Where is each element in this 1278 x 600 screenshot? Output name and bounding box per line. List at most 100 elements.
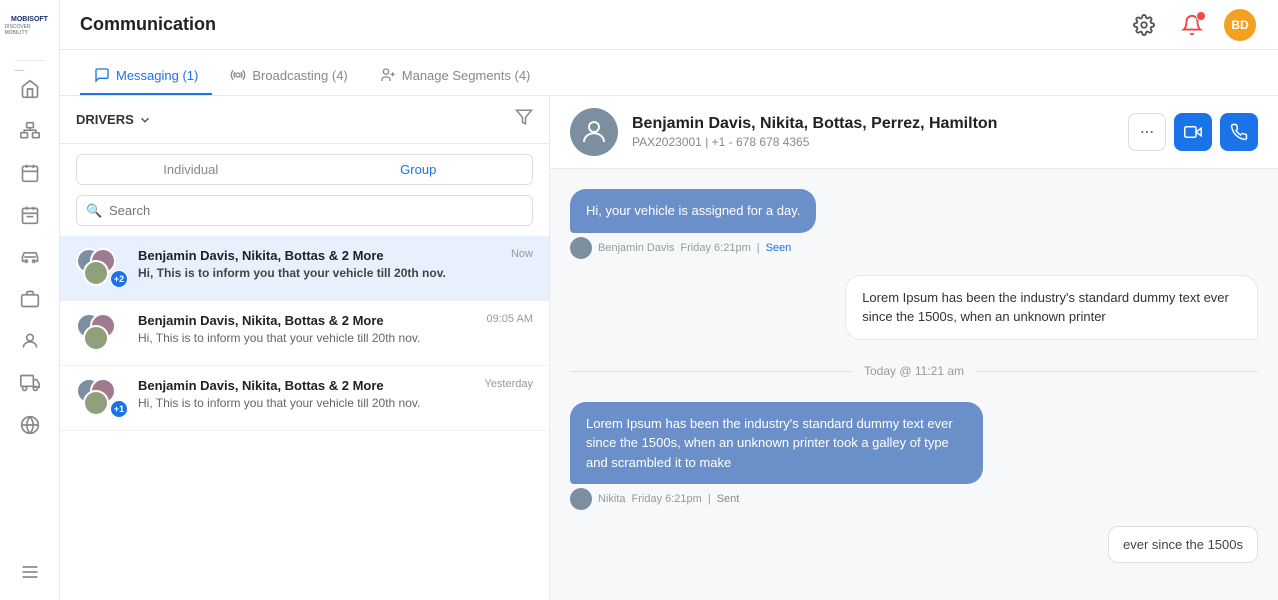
sidebar-item-vehicle[interactable]	[10, 281, 50, 317]
topbar-icons: BD	[1126, 7, 1258, 43]
conv-name: Benjamin Davis, Nikita, Bottas & 2 More	[138, 248, 384, 263]
topbar: Communication BD	[60, 0, 1278, 50]
tab-manage-segments[interactable]: Manage Segments (4)	[366, 59, 545, 95]
logo: MOBISOFT DISCOVER MOBILITY	[5, 10, 55, 42]
message-sender-avatar	[570, 488, 592, 510]
toggle-group[interactable]: Group	[305, 155, 533, 184]
date-divider: Today @ 11:21 am	[570, 364, 1258, 378]
message-bubble: Lorem Ipsum has been the industry's stan…	[570, 402, 983, 485]
more-options-button[interactable]	[1128, 113, 1166, 151]
chat-meta: PAX2023001 | +1 - 678 678 4365	[632, 135, 1114, 149]
tab-manage-segments-label: Manage Segments (4)	[402, 68, 531, 83]
conv-header: Benjamin Davis, Nikita, Bottas & 2 More …	[138, 248, 533, 263]
video-call-button[interactable]	[1174, 113, 1212, 151]
logo-text: MOBISOFT	[5, 16, 55, 24]
extra-count-badge: +1	[110, 400, 128, 418]
content-area: DRIVERS Individual Group 🔍	[60, 96, 1278, 600]
conv-avatars: +1	[76, 378, 128, 418]
sidebar-item-car[interactable]	[10, 239, 50, 275]
conversation-item[interactable]: +2 Benjamin Davis, Nikita, Bottas & 2 Mo…	[60, 236, 549, 301]
conv-content: Benjamin Davis, Nikita, Bottas & 2 More …	[138, 248, 533, 288]
settings-button[interactable]	[1126, 7, 1162, 43]
tab-messaging[interactable]: Messaging (1)	[80, 59, 212, 95]
left-panel: DRIVERS Individual Group 🔍	[60, 96, 550, 600]
toggle-group: Individual Group	[76, 154, 533, 185]
search-icon: 🔍	[86, 203, 102, 219]
notification-badge	[1196, 11, 1206, 21]
sidebar-item-org[interactable]	[10, 113, 50, 149]
sidebar-item-truck[interactable]	[10, 365, 50, 401]
sidebar-item-home[interactable]	[10, 71, 50, 107]
right-panel: Benjamin Davis, Nikita, Bottas, Perrez, …	[550, 96, 1278, 600]
chat-header: Benjamin Davis, Nikita, Bottas, Perrez, …	[550, 96, 1278, 169]
message-bubble: Hi, your vehicle is assigned for a day.	[570, 189, 816, 233]
conv-preview: Hi, This is to inform you that your vehi…	[138, 266, 533, 280]
message-status: Sent	[717, 493, 740, 505]
conv-time: 09:05 AM	[487, 313, 533, 325]
chat-phone: +1 - 678 678 4365	[712, 135, 810, 149]
message-meta: Nikita Friday 6:21pm | Sent	[570, 488, 983, 510]
message-item: Hi, your vehicle is assigned for a day. …	[570, 189, 816, 259]
chat-name: Benjamin Davis, Nikita, Bottas, Perrez, …	[632, 115, 1114, 133]
user-avatar[interactable]: BD	[1222, 7, 1258, 43]
sidebar-item-menu[interactable]	[10, 554, 50, 590]
message-item: Lorem Ipsum has been the industry's stan…	[570, 402, 983, 511]
tab-broadcasting-label: Broadcasting (4)	[252, 68, 347, 83]
chat-pax-id: PAX2023001	[632, 135, 702, 149]
search-input[interactable]	[76, 195, 533, 226]
conv-content: Benjamin Davis, Nikita, Bottas & 2 More …	[138, 378, 533, 418]
conv-time: Now	[511, 248, 533, 260]
partial-message: ever since the 1500s	[1108, 526, 1258, 563]
tab-messaging-label: Messaging (1)	[116, 68, 198, 83]
avatar: BD	[1224, 9, 1256, 41]
message-sender-avatar	[570, 237, 592, 259]
conv-preview: Hi, This is to inform you that your vehi…	[138, 331, 533, 345]
filter-button[interactable]	[515, 108, 533, 131]
tabs-bar: Messaging (1) Broadcasting (4) Manage Se…	[60, 50, 1278, 96]
sidebar-divider-top: —	[15, 60, 45, 61]
conversation-item[interactable]: Benjamin Davis, Nikita, Bottas & 2 More …	[60, 301, 549, 366]
voice-call-button[interactable]	[1220, 113, 1258, 151]
conv-header: Benjamin Davis, Nikita, Bottas & 2 More …	[138, 378, 533, 393]
chat-actions	[1128, 113, 1258, 151]
extra-count-badge: +2	[110, 270, 128, 288]
message-sender: Benjamin Davis	[598, 242, 674, 254]
search-box: 🔍	[76, 195, 533, 226]
conv-name: Benjamin Davis, Nikita, Bottas & 2 More	[138, 378, 384, 393]
page-title: Communication	[80, 14, 1110, 35]
left-panel-header: DRIVERS	[60, 96, 549, 144]
chat-messages: Hi, your vehicle is assigned for a day. …	[550, 169, 1278, 600]
conv-avatars	[76, 313, 128, 353]
message-item: Lorem Ipsum has been the industry's stan…	[845, 275, 1258, 340]
sidebar: MOBISOFT DISCOVER MOBILITY —	[0, 0, 60, 600]
message-sender: Nikita	[598, 493, 626, 505]
message-status: Seen	[766, 242, 792, 254]
conv-header: Benjamin Davis, Nikita, Bottas & 2 More …	[138, 313, 533, 328]
logo-sub: DISCOVER MOBILITY	[5, 24, 55, 36]
drivers-label: DRIVERS	[76, 112, 152, 127]
message-time: Friday 6:21pm	[632, 493, 702, 505]
conversation-item[interactable]: +1 Benjamin Davis, Nikita, Bottas & 2 Mo…	[60, 366, 549, 431]
message-bubble: Lorem Ipsum has been the industry's stan…	[845, 275, 1258, 340]
sidebar-item-globe[interactable]	[10, 407, 50, 443]
chat-user-avatar	[570, 108, 618, 156]
chat-user-info: Benjamin Davis, Nikita, Bottas, Perrez, …	[632, 115, 1114, 149]
notifications-button[interactable]	[1174, 7, 1210, 43]
conv-avatars: +2	[76, 248, 128, 288]
sidebar-item-calendar[interactable]	[10, 155, 50, 191]
sidebar-item-user[interactable]	[10, 323, 50, 359]
conv-preview: Hi, This is to inform you that your vehi…	[138, 396, 533, 410]
conv-content: Benjamin Davis, Nikita, Bottas & 2 More …	[138, 313, 533, 353]
sidebar-item-schedule[interactable]	[10, 197, 50, 233]
message-meta: Benjamin Davis Friday 6:21pm | Seen	[570, 237, 816, 259]
avatar-3	[83, 325, 109, 351]
main-content: Communication BD Messaging (1) Broadcast…	[60, 0, 1278, 600]
avatar-3	[83, 390, 109, 416]
tab-broadcasting[interactable]: Broadcasting (4)	[216, 59, 361, 95]
toggle-individual[interactable]: Individual	[77, 155, 305, 184]
conv-name: Benjamin Davis, Nikita, Bottas & 2 More	[138, 313, 384, 328]
conv-time: Yesterday	[484, 378, 533, 390]
conversation-list: +2 Benjamin Davis, Nikita, Bottas & 2 Mo…	[60, 236, 549, 600]
avatar-3	[83, 260, 109, 286]
message-time: Friday 6:21pm	[680, 242, 750, 254]
